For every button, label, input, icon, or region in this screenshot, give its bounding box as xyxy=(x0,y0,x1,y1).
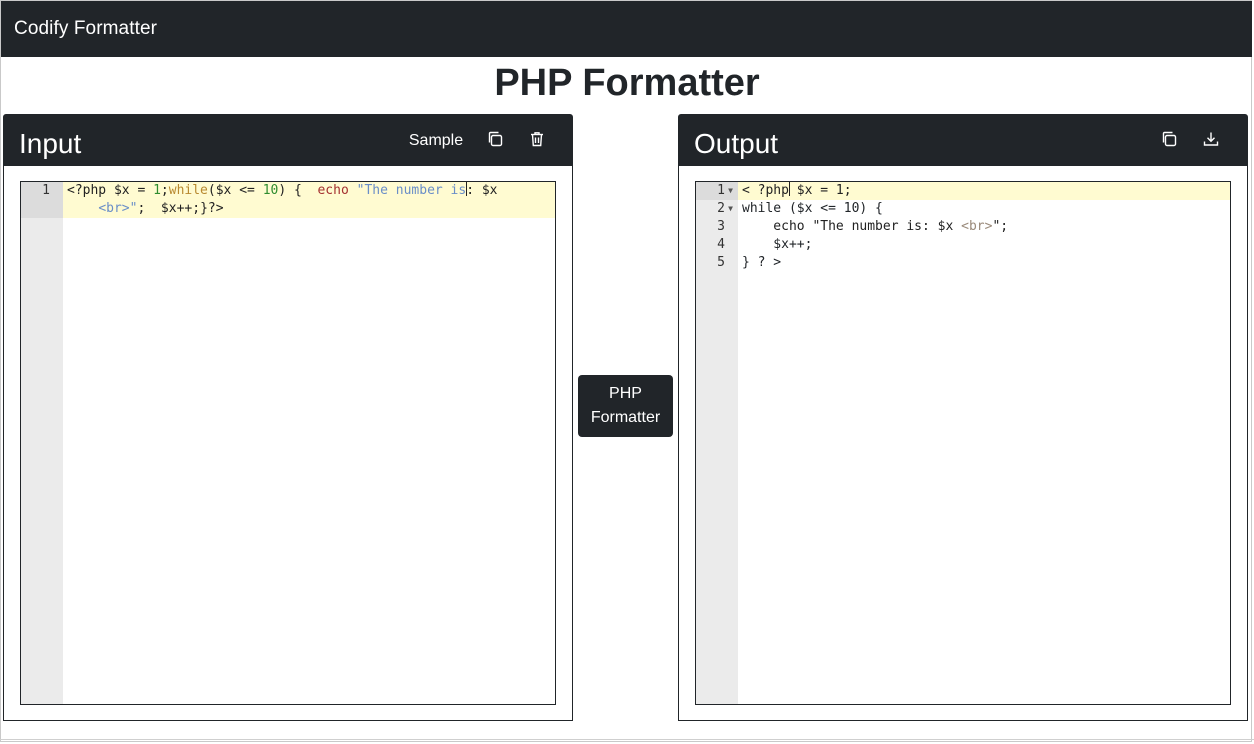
code-token: echo xyxy=(317,183,349,198)
output-panel: Output 1 ▼ 2 ▼ 3 4 5 < ?php $x = 1; whil… xyxy=(678,114,1248,721)
code-token: $x = 1; xyxy=(788,183,852,198)
output-editor[interactable]: 1 ▼ 2 ▼ 3 4 5 < ?php $x = 1; while ($x <= … xyxy=(695,181,1231,705)
output-title: Output xyxy=(694,128,779,159)
input-gutter: 1 xyxy=(21,182,63,704)
brand-link[interactable]: Codify Formatter xyxy=(14,18,157,40)
fold-arrow-icon[interactable]: ▼ xyxy=(725,182,736,200)
line-number-text: 3 xyxy=(717,219,725,234)
copy-input-button[interactable] xyxy=(483,129,507,153)
code-token: <br>" xyxy=(98,201,138,216)
input-code[interactable]: <?php $x = 1;while($x <= 10) { echo "The… xyxy=(63,182,555,704)
line-number: 3 xyxy=(696,218,738,236)
clear-input-button[interactable] xyxy=(525,129,549,153)
line-number: 4 xyxy=(696,236,738,254)
input-panel-header: Input Sample xyxy=(4,115,572,166)
code-token: 10 xyxy=(262,183,279,198)
code-line: <?php $x = 1;while($x <= 10) { echo "The… xyxy=(63,182,555,200)
code-token: ; xyxy=(160,183,169,198)
php-formatter-button-line2: Formatter xyxy=(590,409,661,426)
trash-icon xyxy=(528,130,546,153)
line-number-text: 1 xyxy=(717,183,725,198)
copy-output-button[interactable] xyxy=(1157,129,1181,153)
download-output-button[interactable] xyxy=(1199,129,1223,153)
code-token: ; $x++;}?> xyxy=(137,201,224,216)
code-token: "The number is xyxy=(356,183,467,198)
code-line: $x++; xyxy=(742,237,813,252)
code-token: <br> xyxy=(961,219,993,234)
code-token: echo "The number is: $x xyxy=(742,219,962,234)
code-line: while ($x <= 10) { xyxy=(742,201,883,216)
code-token: ) { xyxy=(278,183,318,198)
line-number: 1 xyxy=(42,183,50,198)
line-number: 5 xyxy=(696,254,738,272)
input-title: Input xyxy=(19,128,82,159)
code-token: < ?php xyxy=(742,183,789,198)
php-formatter-button[interactable]: PHP Formatter xyxy=(578,375,673,437)
copy-icon xyxy=(486,130,504,153)
code-token: while xyxy=(168,183,208,198)
code-line: echo "The number is: $x <br>"; xyxy=(738,218,1230,236)
code-line: <br>"; $x++;}?> xyxy=(63,200,555,218)
fold-arrow-icon[interactable]: ▼ xyxy=(725,200,736,218)
output-gutter: 1 ▼ 2 ▼ 3 4 5 xyxy=(696,182,738,704)
navbar: Codify Formatter xyxy=(1,1,1252,57)
line-number-text: 2 xyxy=(717,201,725,216)
sample-button[interactable]: Sample xyxy=(407,129,465,153)
line-number-text: 5 xyxy=(717,255,725,270)
copy-icon xyxy=(1160,130,1178,153)
line-number: 2 ▼ xyxy=(696,200,738,218)
php-formatter-button-line1: PHP xyxy=(609,385,642,402)
output-panel-header: Output xyxy=(679,115,1247,166)
code-token: "; xyxy=(992,219,1009,234)
code-token: 1 xyxy=(153,183,161,198)
code-token: : $x xyxy=(466,183,498,198)
line-number-text: 4 xyxy=(717,237,725,252)
code-line: } ? > xyxy=(742,255,782,270)
bottom-divider xyxy=(0,739,1254,740)
code-token: <?php $x = xyxy=(67,183,154,198)
input-editor[interactable]: 1 <?php $x = 1;while($x <= 10) { echo "T… xyxy=(20,181,556,705)
code-token: ($x <= xyxy=(207,183,263,198)
output-code[interactable]: < ?php $x = 1; while ($x <= 10) { echo "… xyxy=(738,182,1230,704)
code-line: < ?php $x = 1; xyxy=(738,182,1230,200)
input-panel: Input Sample 1 <?php $x = 1;while($x <= … xyxy=(3,114,573,721)
page-title: PHP Formatter xyxy=(494,62,760,104)
download-icon xyxy=(1202,130,1220,153)
line-number: 1 ▼ xyxy=(696,182,738,200)
